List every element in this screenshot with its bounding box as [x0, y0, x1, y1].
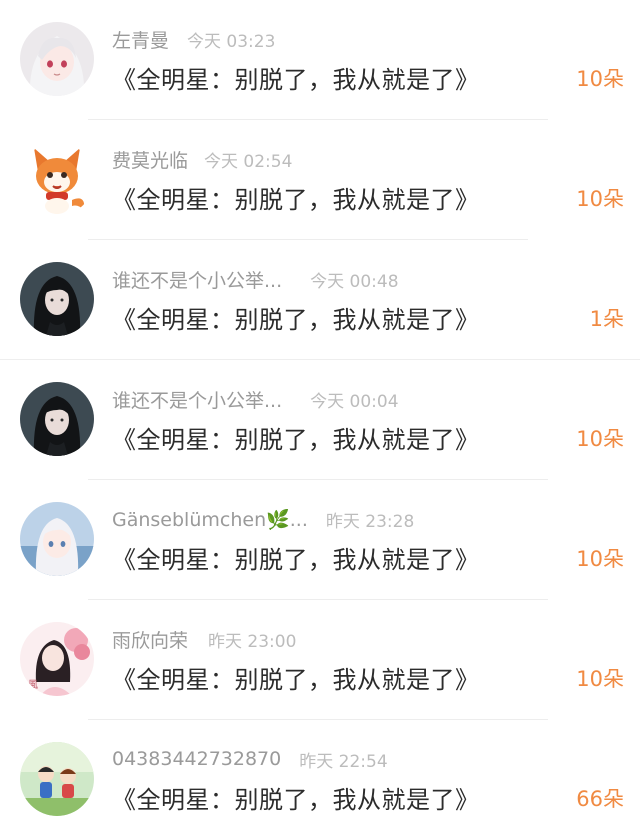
- anime-girl-white-hair-avatar-icon: [20, 22, 94, 96]
- comment-item[interactable]: 左青曼 今天 03:23 《全明星：别脱了，我从就是了》 10朵: [0, 0, 640, 120]
- comment-text: 《全明星：别脱了，我从就是了》: [112, 426, 480, 454]
- comment-text: 《全明星：别脱了，我从就是了》: [112, 186, 480, 214]
- comment-meta: 雨欣向荣 昨天 23:00: [112, 626, 296, 652]
- flower-count: 10朵: [576, 187, 624, 211]
- timestamp: 今天 03:23: [187, 31, 276, 52]
- comment-text: 《全明星：别脱了，我从就是了》: [112, 786, 480, 814]
- svg-text:風: 風: [28, 679, 38, 691]
- avatar[interactable]: [20, 22, 94, 96]
- comment-meta: 谁还不是个小公举... 今天 00:04: [112, 386, 399, 412]
- timestamp: 昨天 23:28: [325, 511, 415, 532]
- comment-list: 左青曼 今天 03:23 《全明星：别脱了，我从就是了》 10朵 费莫光临 今天…: [0, 0, 640, 840]
- comment-text: 《全明星：别脱了，我从就是了》: [112, 66, 480, 94]
- comment-item[interactable]: 谁还不是个小公举... 今天 00:04 《全明星：别脱了，我从就是了》 10朵: [0, 360, 640, 480]
- avatar[interactable]: [20, 502, 94, 576]
- avatar[interactable]: [20, 742, 94, 816]
- avatar[interactable]: [20, 142, 94, 216]
- flower-count: 10朵: [576, 427, 624, 451]
- comment-meta: 谁还不是个小公举... 今天 00:48: [112, 266, 399, 292]
- username[interactable]: 左青曼: [112, 26, 169, 53]
- username[interactable]: 谁还不是个小公举...: [112, 266, 282, 293]
- comment-item[interactable]: 谁还不是个小公举... 今天 00:48 《全明星：别脱了，我从就是了》 1朵: [0, 240, 640, 360]
- username[interactable]: 费莫光临: [112, 146, 188, 173]
- username[interactable]: 雨欣向荣: [112, 626, 188, 653]
- cartoon-fox-avatar-icon: [20, 142, 94, 216]
- timestamp: 今天 02:54: [204, 151, 293, 172]
- dark-haired-girl-avatar-icon: [20, 382, 94, 456]
- flower-count: 10朵: [576, 547, 624, 571]
- comment-meta: 04383442732870 昨天 22:54: [112, 746, 388, 772]
- anime-girl-blue-avatar-icon: [20, 502, 94, 576]
- timestamp: 昨天 22:54: [299, 751, 388, 772]
- flower-count: 10朵: [576, 67, 624, 91]
- pink-flower-girl-avatar-icon: 風: [20, 622, 94, 696]
- timestamp: 今天 00:48: [310, 271, 399, 292]
- comment-meta: 左青曼 今天 03:23: [112, 26, 275, 52]
- cartoon-kids-avatar-icon: [20, 742, 94, 816]
- timestamp: 今天 00:04: [310, 391, 399, 412]
- comment-item[interactable]: 風 雨欣向荣 昨天 23:00 《全明星：别脱了，我从就是了》 10朵: [0, 600, 640, 720]
- comment-text: 《全明星：别脱了，我从就是了》: [112, 666, 480, 694]
- username[interactable]: 04383442732870: [112, 748, 281, 770]
- avatar[interactable]: 風: [20, 622, 94, 696]
- username[interactable]: Gänseblümchen🌿...: [112, 508, 308, 531]
- dark-haired-girl-avatar-icon: [20, 262, 94, 336]
- flower-count: 66朵: [576, 787, 624, 811]
- comment-text: 《全明星：别脱了，我从就是了》: [112, 306, 480, 334]
- comment-item[interactable]: 04383442732870 昨天 22:54 《全明星：别脱了，我从就是了》 …: [0, 720, 640, 840]
- comment-meta: Gänseblümchen🌿... 昨天 23:28: [112, 506, 414, 532]
- comment-meta: 费莫光临 今天 02:54: [112, 146, 292, 172]
- username[interactable]: 谁还不是个小公举...: [112, 386, 282, 413]
- comment-item[interactable]: Gänseblümchen🌿... 昨天 23:28 《全明星：别脱了，我从就是…: [0, 480, 640, 600]
- flower-count: 1朵: [589, 307, 624, 331]
- avatar[interactable]: [20, 262, 94, 336]
- flower-count: 10朵: [576, 667, 624, 691]
- timestamp: 昨天 23:00: [208, 631, 297, 652]
- comment-text: 《全明星：别脱了，我从就是了》: [112, 546, 480, 574]
- avatar[interactable]: [20, 382, 94, 456]
- comment-item[interactable]: 费莫光临 今天 02:54 《全明星：别脱了，我从就是了》 10朵: [0, 120, 640, 240]
